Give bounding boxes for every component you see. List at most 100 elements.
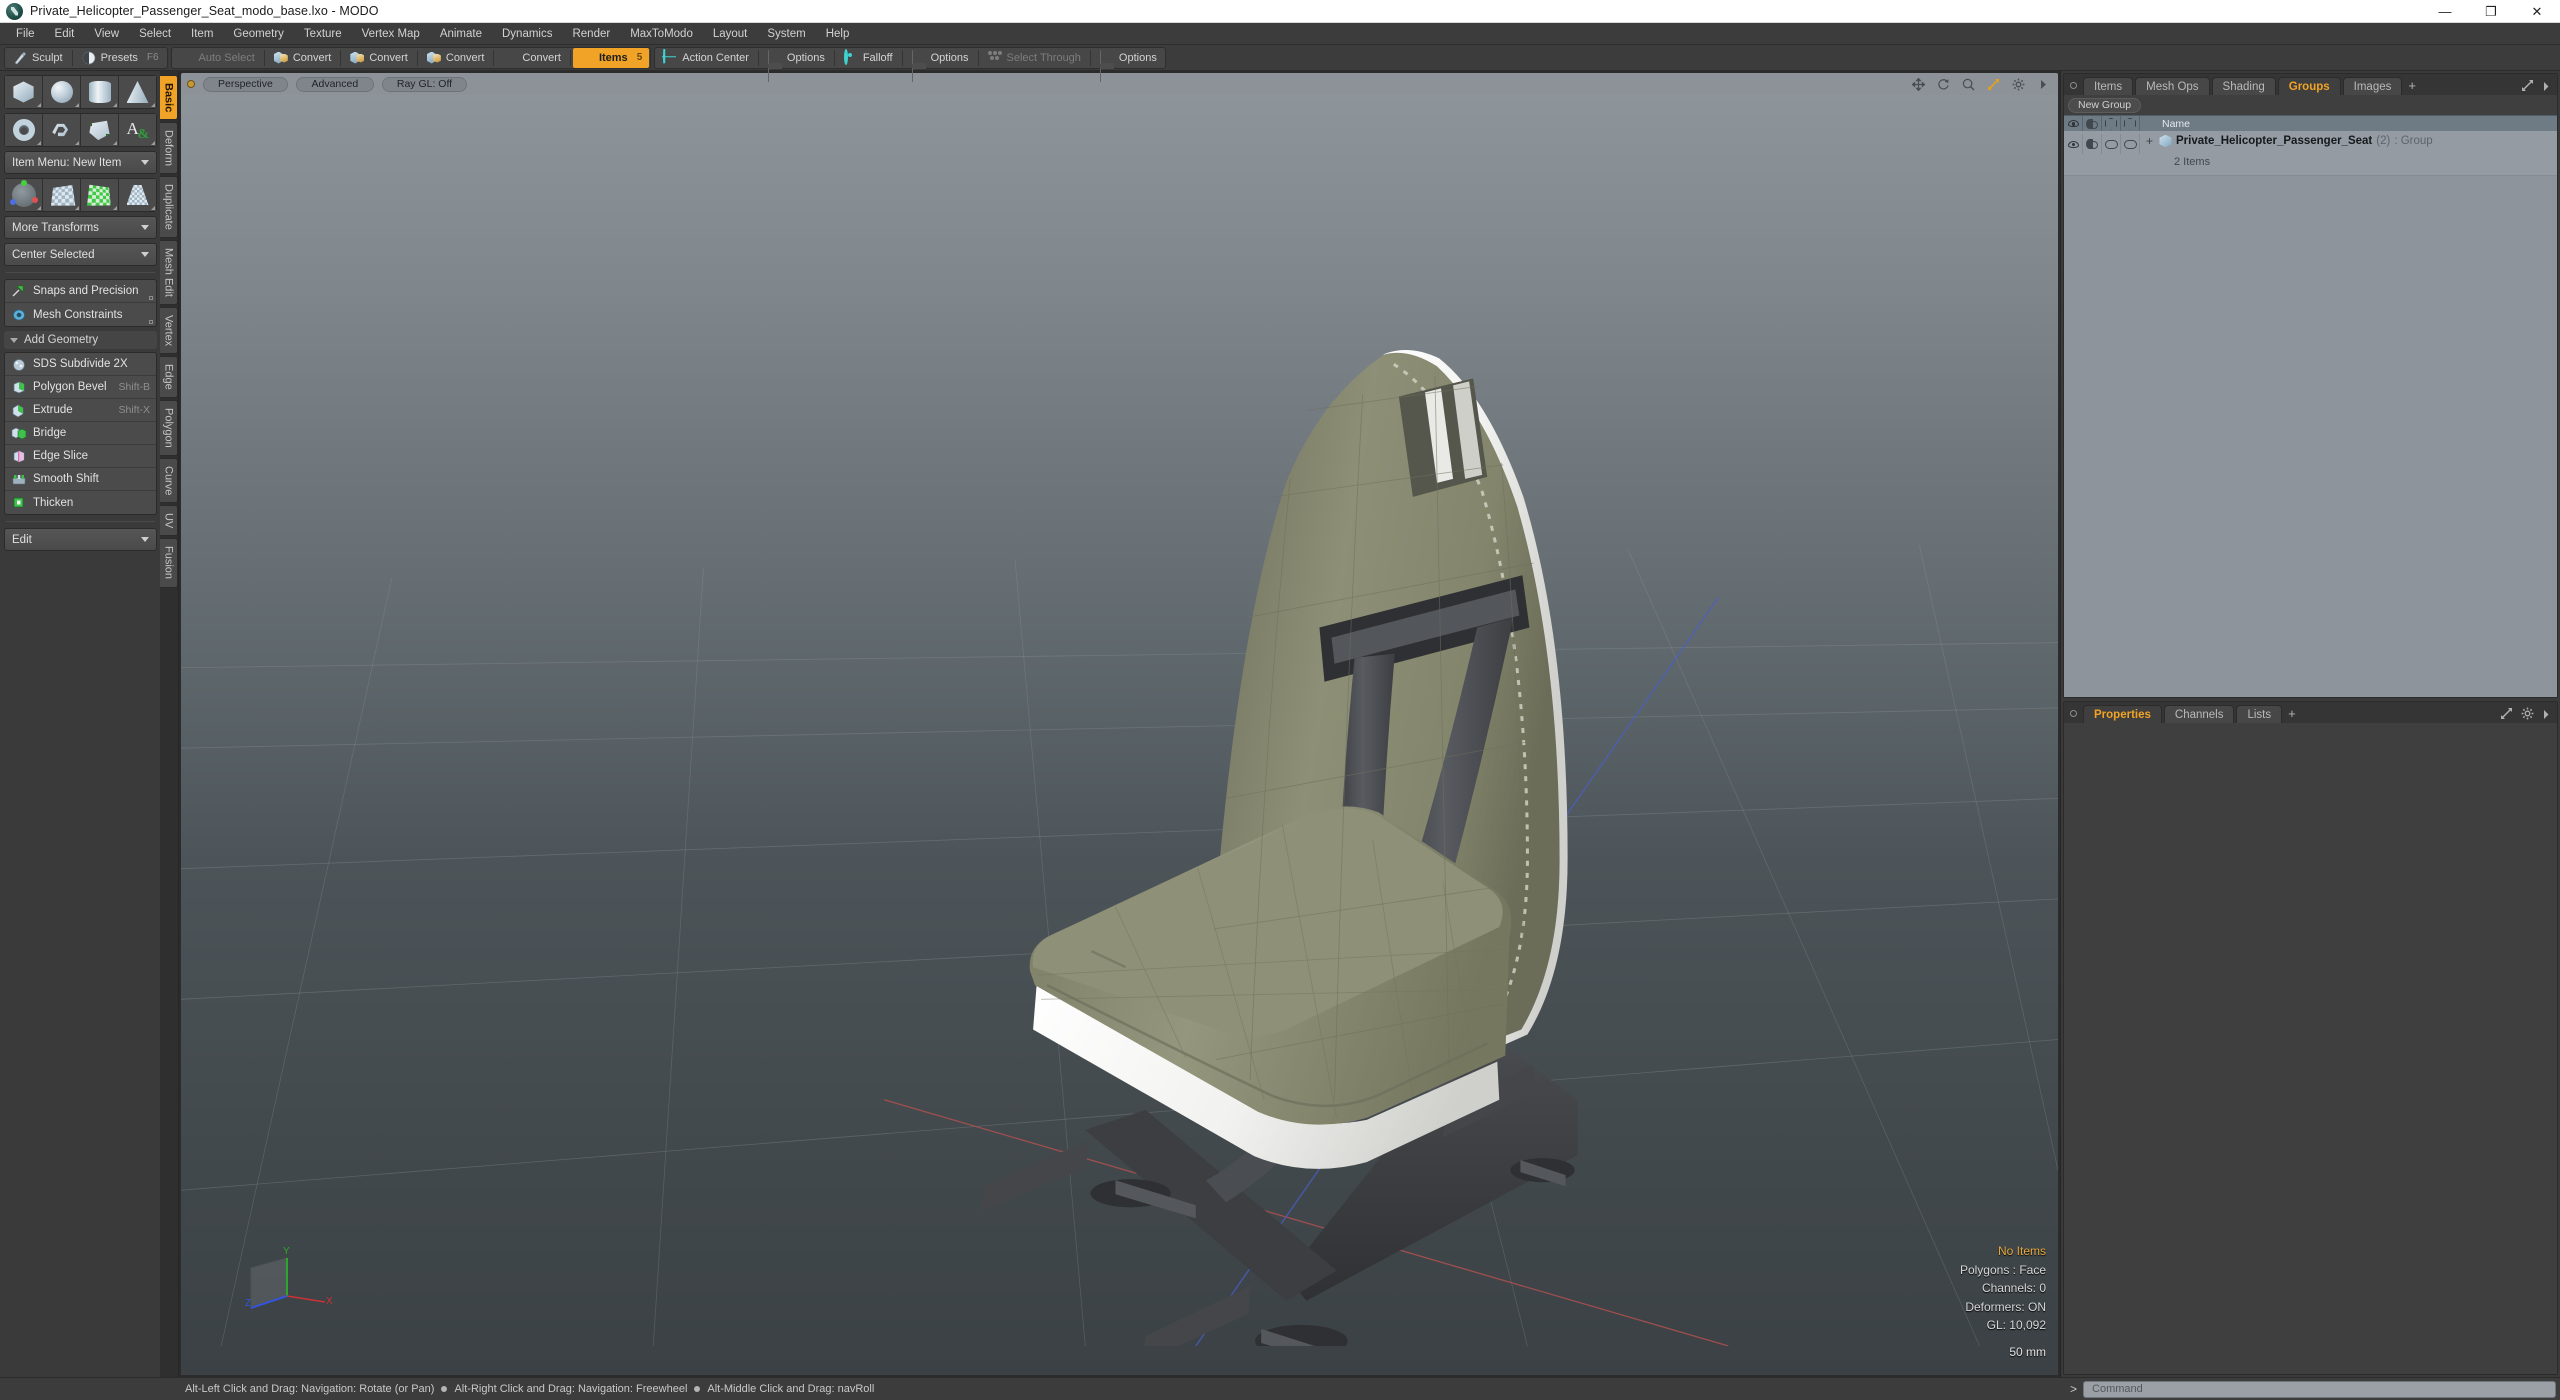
minimize-button[interactable]: —: [2422, 0, 2468, 23]
torus-primitive[interactable]: [5, 114, 42, 146]
transform-gizmo-tool[interactable]: [5, 179, 42, 211]
convert-material-button[interactable]: Convert: [496, 48, 568, 68]
mesh-constraints-row[interactable]: Mesh Constraints: [5, 303, 156, 326]
vertical-tab-edge[interactable]: Edge: [160, 356, 178, 399]
menu-item[interactable]: Item: [181, 23, 223, 45]
close-button[interactable]: ✕: [2514, 0, 2560, 23]
menu-vertex-map[interactable]: Vertex Map: [352, 23, 430, 45]
move-viewport-icon[interactable]: [1910, 76, 1927, 93]
command-input[interactable]: Command: [2083, 1380, 2556, 1398]
cylinder-primitive[interactable]: [81, 76, 118, 108]
vertical-tab-fusion[interactable]: Fusion: [160, 538, 178, 588]
shading-column-header[interactable]: [2083, 115, 2102, 132]
viewport-view-mode[interactable]: Perspective: [203, 76, 288, 92]
menu-edit[interactable]: Edit: [45, 23, 85, 45]
lock-column-header[interactable]: [2121, 115, 2140, 132]
menu-dynamics[interactable]: Dynamics: [492, 23, 562, 45]
tab-channels[interactable]: Channels: [2163, 705, 2235, 723]
action-center-button[interactable]: Action Center: [656, 48, 756, 68]
select-through-options-button[interactable]: Options: [1093, 48, 1164, 82]
menu-animate[interactable]: Animate: [430, 23, 492, 45]
vertical-tab-mesh-edit[interactable]: Mesh Edit: [160, 240, 178, 306]
text-tool[interactable]: A &: [119, 114, 156, 146]
viewport-3d-canvas[interactable]: Y X Z No Items Polygons : Face Channels:…: [181, 95, 2058, 1375]
vertical-tab-deform[interactable]: Deform: [160, 122, 178, 175]
thicken-tool[interactable]: Thicken: [5, 491, 156, 514]
falloff-grid-tool[interactable]: [119, 179, 156, 211]
convert-polygon-button[interactable]: Convert: [420, 48, 492, 68]
viewport-menu-dot-icon[interactable]: [187, 80, 195, 88]
center-selected-dropdown[interactable]: Center Selected: [4, 243, 157, 266]
uv-checker-tool[interactable]: [43, 179, 80, 211]
panel-menu-arrow-icon[interactable]: [2539, 709, 2553, 723]
menu-help[interactable]: Help: [816, 23, 860, 45]
green-checker-tool[interactable]: [81, 179, 118, 211]
row-visibility-toggle[interactable]: [2064, 134, 2083, 154]
add-tab-button[interactable]: +: [2284, 705, 2302, 723]
tab-mesh-ops[interactable]: Mesh Ops: [2135, 77, 2210, 95]
sds-subdivide-2x-tool[interactable]: SDS Subdivide 2X: [5, 353, 156, 376]
rotate-viewport-icon[interactable]: [1935, 76, 1952, 93]
menu-select[interactable]: Select: [129, 23, 181, 45]
menu-texture[interactable]: Texture: [294, 23, 352, 45]
panel-menu-arrow-icon[interactable]: [2539, 81, 2553, 95]
viewport-settings-gear-icon[interactable]: [2010, 76, 2027, 93]
cone-primitive[interactable]: [119, 76, 156, 108]
cube-primitive[interactable]: [5, 76, 42, 108]
spiral-primitive[interactable]: [43, 114, 80, 146]
tab-shading[interactable]: Shading: [2211, 77, 2276, 95]
expand-row-icon[interactable]: +: [2144, 134, 2155, 148]
vertical-tab-duplicate[interactable]: Duplicate: [160, 176, 178, 239]
presets-button[interactable]: Presets F6: [75, 48, 166, 68]
menu-render[interactable]: Render: [562, 23, 620, 45]
expand-panel-icon[interactable]: [2518, 79, 2537, 95]
visibility-column-header[interactable]: [2064, 115, 2083, 132]
tab-groups[interactable]: Groups: [2277, 77, 2341, 95]
select-through-button[interactable]: Select Through: [981, 48, 1088, 68]
tab-lists[interactable]: Lists: [2236, 705, 2283, 723]
edge-slice-tool[interactable]: Edge Slice: [5, 445, 156, 468]
tab-images[interactable]: Images: [2342, 77, 2403, 95]
auto-select-button[interactable]: Auto Select: [173, 48, 262, 68]
falloff-options-button[interactable]: Options: [905, 48, 976, 82]
panel-menu-dot-icon[interactable]: [2070, 82, 2077, 89]
tab-properties[interactable]: Properties: [2083, 705, 2162, 723]
edit-dropdown[interactable]: Edit: [4, 528, 157, 551]
more-transforms-dropdown[interactable]: More Transforms: [4, 216, 157, 239]
item-menu-dropdown[interactable]: Item Menu: New Item: [4, 151, 157, 174]
snaps-and-precision-row[interactable]: Snaps and Precision: [5, 280, 156, 303]
menu-geometry[interactable]: Geometry: [223, 23, 294, 45]
viewport-menu-arrow-icon[interactable]: [2035, 76, 2052, 93]
properties-settings-gear-icon[interactable]: [2518, 707, 2537, 723]
smooth-shift-tool[interactable]: Smooth Shift: [5, 468, 156, 491]
vertical-tab-curve[interactable]: Curve: [160, 457, 178, 504]
render-column-header[interactable]: [2102, 115, 2121, 132]
action-center-options-button[interactable]: Options: [761, 48, 832, 82]
polygon-tool[interactable]: [81, 114, 118, 146]
menu-system[interactable]: System: [757, 23, 815, 45]
bridge-tool[interactable]: Bridge: [5, 422, 156, 445]
table-row[interactable]: + Private_Helicopter_Passenger_Seat (2) …: [2064, 131, 2557, 176]
vertical-tab-vertex[interactable]: Vertex: [160, 307, 178, 355]
items-mode-button[interactable]: Items 5: [572, 47, 650, 68]
viewport-shading-mode[interactable]: Advanced: [295, 76, 374, 92]
add-tab-button[interactable]: +: [2404, 77, 2422, 95]
sculpt-button[interactable]: Sculpt: [6, 48, 70, 68]
fit-viewport-icon[interactable]: [1985, 76, 2002, 93]
row-render-toggle[interactable]: [2102, 134, 2121, 154]
extrude-tool[interactable]: Extrude Shift-X: [5, 399, 156, 422]
vertical-tab-polygon[interactable]: Polygon: [160, 400, 178, 456]
new-group-button[interactable]: New Group: [2068, 97, 2142, 113]
sphere-primitive[interactable]: [43, 76, 80, 108]
vertical-tab-uv[interactable]: UV: [160, 505, 178, 537]
row-lock-toggle[interactable]: [2121, 134, 2140, 154]
polygon-bevel-tool[interactable]: Polygon Bevel Shift-B: [5, 376, 156, 399]
maximize-button[interactable]: ❐: [2468, 0, 2514, 23]
convert-vertex-button[interactable]: Convert: [267, 48, 339, 68]
convert-edge-button[interactable]: Convert: [343, 48, 415, 68]
falloff-button[interactable]: Falloff: [837, 48, 900, 68]
tab-items[interactable]: Items: [2083, 77, 2134, 95]
menu-layout[interactable]: Layout: [703, 23, 758, 45]
vertical-tab-basic[interactable]: Basic: [160, 75, 178, 121]
menu-view[interactable]: View: [84, 23, 129, 45]
